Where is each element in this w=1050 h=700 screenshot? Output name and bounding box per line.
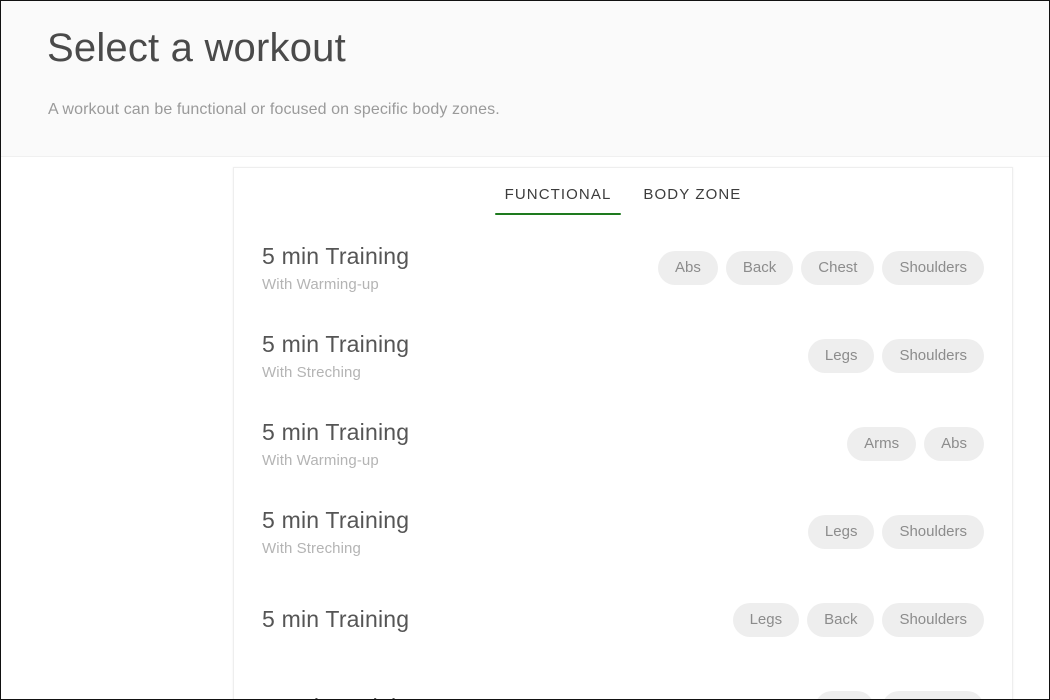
workout-title: 5 min Training — [262, 606, 410, 633]
workout-row-text: 5 min Training — [262, 605, 409, 635]
body-zone-chip[interactable]: Legs — [807, 515, 875, 549]
workout-title: 5 min Training — [262, 506, 410, 533]
tab-label: FUNCTIONAL — [504, 186, 612, 203]
tab-functional[interactable]: FUNCTIONAL — [494, 182, 622, 215]
workout-subtitle: With Streching — [262, 540, 361, 558]
workout-row[interactable]: 5 min Training With Streching Legs Shoulder… — [234, 488, 1012, 576]
body-zone-chip-group: Abs Shoulders — [814, 691, 984, 699]
body-zone-chip[interactable]: Arms — [847, 427, 917, 461]
workout-row-text: 5 min Training With Streching — [262, 506, 409, 559]
page-title: Select a workout — [47, 26, 346, 70]
workout-row-text: 5 min Training With Warming-up — [262, 418, 409, 471]
body-zone-chip[interactable]: Abs — [814, 691, 875, 699]
body-zone-chip[interactable]: Abs — [924, 427, 984, 461]
workout-list: 5 min Training With Warming-up Abs Back Ches… — [234, 224, 1012, 699]
body-zone-chip[interactable]: Chest — [801, 251, 875, 285]
body-zone-chip[interactable]: Shoulders — [882, 603, 984, 637]
workout-row[interactable]: 5 min Training With Warming-up Abs Back Ches… — [234, 224, 1012, 312]
body-zone-chip-group: Legs Shoulders — [807, 515, 984, 549]
workout-subtitle: With Warming-up — [262, 276, 379, 294]
workout-row[interactable]: 5 min Training With Streching Legs Shoulder… — [234, 312, 1012, 400]
page-subtitle: A workout can be functional or focused o… — [48, 101, 500, 118]
body-zone-chip[interactable]: Shoulders — [882, 251, 984, 285]
workout-title: 5 min Training — [262, 330, 410, 357]
workout-row[interactable]: 5 min Training Legs Back Shoulders — [234, 576, 1012, 664]
workout-row-text: 5 min Training With Streching — [262, 330, 409, 383]
body-zone-chip[interactable]: Back — [807, 603, 875, 637]
workout-selection-page: Select a workout A workout can be functi… — [0, 0, 1050, 700]
workout-subtitle: With Streching — [262, 364, 361, 382]
workout-card: FUNCTIONAL BODY ZONE 5 min Training With W… — [233, 167, 1013, 699]
workout-subtitle: With Warming-up — [262, 452, 379, 470]
body-zone-chip[interactable]: Legs — [807, 339, 875, 373]
body-zone-chip-group: Legs Back Shoulders — [732, 603, 984, 637]
body-zone-chip-group: Abs Back Chest Shoulders — [658, 251, 984, 285]
workout-row[interactable]: 5 min Training With Warming-up Arms Abs — [234, 400, 1012, 488]
workout-title: 10 min Training — [262, 693, 422, 699]
workout-title: 5 min Training — [262, 418, 410, 445]
active-tab-indicator — [494, 213, 622, 215]
workout-row-text: 5 min Training With Warming-up — [262, 242, 409, 295]
body-zone-chip[interactable]: Back — [725, 251, 794, 285]
tab-bar: FUNCTIONAL BODY ZONE — [234, 168, 1012, 224]
body-zone-chip-group: Arms Abs — [847, 427, 984, 461]
body-zone-chip[interactable]: Legs — [732, 603, 800, 637]
body-zone-chip[interactable]: Shoulders — [882, 691, 984, 699]
body-zone-chip-group: Legs Shoulders — [807, 339, 984, 373]
body-zone-chip[interactable]: Shoulders — [882, 515, 984, 549]
workout-title: 5 min Training — [262, 242, 410, 269]
body-zone-chip[interactable]: Abs — [658, 251, 718, 285]
workout-row-text: 10 min Training — [262, 693, 422, 699]
body-zone-chip[interactable]: Shoulders — [882, 339, 984, 373]
workout-row[interactable]: 10 min Training Abs Shoulders — [234, 664, 1012, 699]
tab-label: BODY ZONE — [643, 186, 742, 203]
tab-body-zone[interactable]: BODY ZONE — [641, 182, 743, 215]
